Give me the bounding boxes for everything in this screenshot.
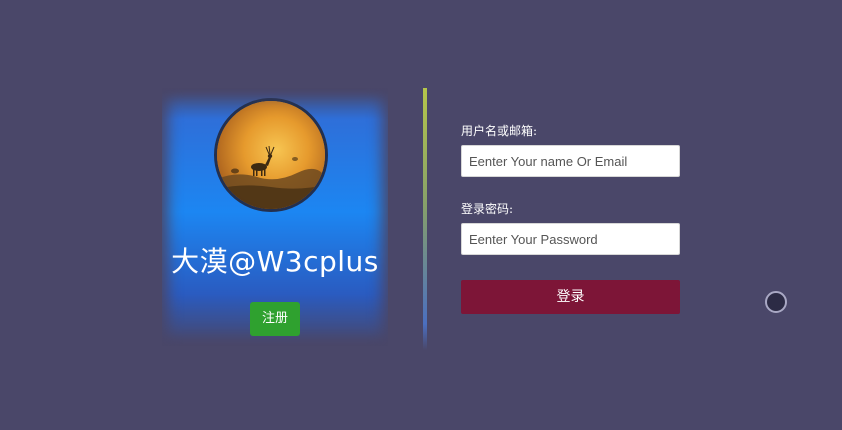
login-button[interactable]: 登录 [461, 280, 680, 314]
deer-sunset-avatar-icon [217, 101, 325, 209]
password-label: 登录密码: [461, 202, 514, 216]
avatar [214, 98, 328, 212]
floating-circle-button[interactable] [765, 291, 787, 313]
password-input[interactable] [461, 223, 680, 255]
register-button[interactable]: 注册 [250, 302, 300, 336]
login-page: 大漠@W3cplus 注册 用户名或邮箱: 登录密码: 登录 [0, 0, 842, 430]
brand-name: 大漠@W3cplus [171, 245, 379, 278]
login-form: 用户名或邮箱: 登录密码: 登录 [461, 122, 681, 314]
username-label: 用户名或邮箱: [461, 124, 538, 138]
vertical-divider [423, 88, 427, 350]
profile-card: 大漠@W3cplus 注册 [162, 88, 388, 346]
username-input[interactable] [461, 145, 680, 177]
